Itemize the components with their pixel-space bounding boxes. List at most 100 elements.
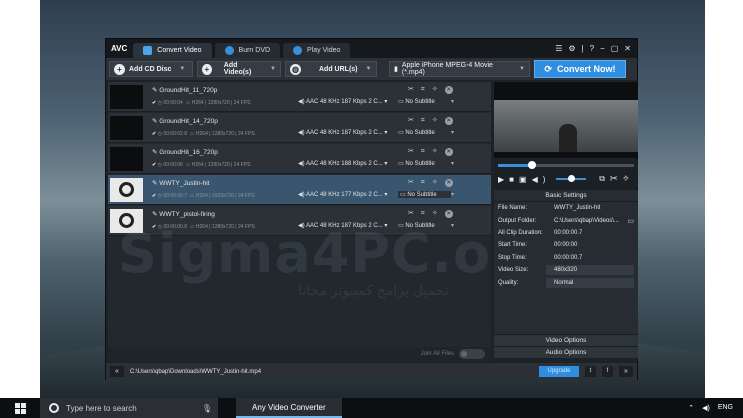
edit-icon[interactable]: ✂ [408,86,421,93]
start-time-field[interactable]: 00:00:00 [546,242,638,248]
audio-track[interactable]: ◀) AAC 48 KHz 187 Kbps 2 C... ▾ [298,98,387,105]
output-folder-field[interactable]: C:\Users\qbap\Videos\... [546,218,627,224]
effect-icon[interactable]: ✧ [432,117,445,124]
stop-icon[interactable]: ■ [509,175,519,184]
file-name: ✎ WWTY_Justin-hit [152,180,210,187]
edit-icon[interactable]: ✂ [408,210,421,217]
convert-icon [143,46,153,55]
edit-icon[interactable]: ✂ [408,148,421,155]
chevron-down-icon[interactable]: ▾ [451,98,454,105]
crop-icon[interactable]: ⌗ [421,179,432,186]
chevron-down-icon[interactable]: ▼ [270,66,276,72]
volume-tray-icon[interactable]: ◀) [702,404,710,412]
crop-icon[interactable]: ⌗ [421,148,432,155]
subtitle-select[interactable]: ▭ No Subtitle [398,129,435,136]
subtitle-select[interactable]: ▭ No Subtitle [398,160,435,167]
close-icon[interactable]: ✕ [624,44,631,53]
minimize-icon[interactable]: − [600,44,605,53]
taskbar-app[interactable]: Any Video Converter [236,398,342,418]
tab-burn-dvd[interactable]: Burn DVD [214,43,281,58]
quality-select[interactable]: Normal [546,277,634,288]
add-cd-disc-button[interactable]: + Add CD Disc ▼ [109,61,193,77]
list-item[interactable]: ✎ GroundHit_11_720p ✔ ◷ 00:00:04 ▭ H264 … [108,82,491,112]
seek-slider[interactable] [498,161,634,169]
edit-icon[interactable]: ✂ [408,179,421,186]
seek-handle[interactable] [528,161,536,169]
language-indicator[interactable]: ENG [718,404,733,412]
magic-icon[interactable]: ✧ [623,174,634,183]
remove-icon[interactable]: ✕ [444,86,453,94]
effect-icon[interactable]: ✧ [432,179,445,186]
crop-icon[interactable]: ⌗ [421,210,432,217]
remove-icon[interactable]: ✕ [444,210,453,218]
crop-icon[interactable]: ⌗ [421,86,432,93]
windows-logo-icon [14,402,26,414]
help-icon[interactable]: ? [590,44,594,53]
twitter-icon[interactable]: t [585,366,596,377]
screen-left-border [0,0,40,398]
edit-icon[interactable]: ✂ [408,117,421,124]
scissors-icon[interactable]: ✂ [610,174,623,183]
add-urls-button[interactable]: ◍ Add URL(s) ▼ [285,61,377,77]
settings-icon[interactable]: ⚙ [568,44,575,53]
maximize-icon[interactable]: ▢ [611,44,619,53]
tab-convert-video[interactable]: Convert Video [133,43,212,58]
chevron-down-icon[interactable]: ▾ [451,160,454,167]
file-list: ✎ GroundHit_11_720p ✔ ◷ 00:00:04 ▭ H264 … [108,82,557,350]
title-bar: AVC Convert Video Burn DVD Play Video ☰ … [106,39,637,58]
effect-icon[interactable]: ✧ [432,148,445,155]
list-item-selected[interactable]: ✎ WWTY_Justin-hit ✔ ◷ 00:00:00.7 ▭ H264 … [108,175,491,205]
chevron-down-icon[interactable]: ▾ [451,129,454,136]
upgrade-button[interactable]: Upgrade [539,366,579,377]
microphone-icon[interactable]: 🎙 [202,404,218,413]
list-item[interactable]: ✎ GroundHit_16_720p ✔ ◷ 00:00:06 ▭ H264 … [108,144,491,174]
join-toggle[interactable] [459,349,485,359]
effect-icon[interactable]: ✧ [432,210,445,217]
snapshot-icon[interactable]: ▣ [519,175,532,184]
facebook-icon[interactable]: f [602,366,613,377]
file-name: ✎ GroundHit_11_720p [152,87,218,94]
copy-icon[interactable]: ⧉ [599,174,610,183]
stop-time-field[interactable]: 00:00:00.7 [546,255,638,261]
chevron-up-icon[interactable]: ⌃ [688,404,694,412]
crop-icon[interactable]: ⌗ [421,117,432,124]
effect-icon[interactable]: ✧ [432,86,445,93]
tab-label: Play Video [307,47,341,54]
chevron-down-icon[interactable]: ▼ [366,66,372,72]
subtitle-select[interactable]: ▭ No Subtitle [398,98,435,105]
remove-icon[interactable]: ✕ [444,179,453,187]
list-item[interactable]: ✎ GroundHit_14_720p ✔ ◷ 00:00:02.8 ▭ H26… [108,113,491,143]
video-thumbnail [110,116,143,140]
tab-play-video[interactable]: Play Video [283,43,351,58]
globe-icon: ◍ [290,63,301,75]
menu-icon[interactable]: ☰ [555,44,562,53]
collapse-icon[interactable]: « [110,366,124,377]
setting-row: All Clip Duration: 00:00:00.7 [494,227,638,239]
volume-slider[interactable] [556,175,586,182]
video-size-select[interactable]: 480x320 [546,265,634,276]
file-meta: ✔ ◷ 00:00:06 ▭ H264 | 1280x720 | 24 FPS [152,162,251,168]
volume-icon[interactable]: ◀) [532,175,551,184]
volume-handle[interactable] [568,175,575,182]
remove-icon[interactable]: ✕ [444,117,453,125]
audio-track[interactable]: ◀) AAC 48 KHz 177 Kbps 2 C... ▾ [298,191,387,198]
audio-options-button[interactable]: Audio Options [494,346,638,358]
chevron-down-icon[interactable]: ▾ [451,191,454,198]
expand-icon[interactable]: » [619,366,633,377]
audio-track[interactable]: ◀) AAC 48 KHz 187 Kbps 2 C... ▾ [298,129,387,136]
video-options-button[interactable]: Video Options [494,334,638,346]
subtitle-select[interactable]: ▭ No Subtitle [398,191,451,198]
taskbar-search[interactable]: Type here to search 🎙 [40,398,218,418]
setting-row: Start Time: 00:00:00 [494,239,638,251]
output-profile-select[interactable]: ▮ Apple iPhone MPEG-4 Movie (*.mp4) ▼ [389,61,530,77]
play-icon[interactable]: ▶ [498,175,509,184]
chevron-down-icon[interactable]: ▼ [179,66,185,72]
setting-value[interactable]: WWTY_Justin-hit [546,205,638,211]
convert-now-button[interactable]: ⟳ Convert Now! [534,60,626,78]
settings-panel: Basic Settings File Name: WWTY_Justin-hit… [494,190,638,358]
folder-icon[interactable]: ▭ [627,217,638,225]
remove-icon[interactable]: ✕ [444,148,453,156]
add-videos-button[interactable]: + Add Video(s) ▼ [197,61,281,77]
audio-track[interactable]: ◀) AAC 48 KHz 188 Kbps 2 C... ▾ [298,160,387,167]
start-button[interactable] [0,398,40,418]
